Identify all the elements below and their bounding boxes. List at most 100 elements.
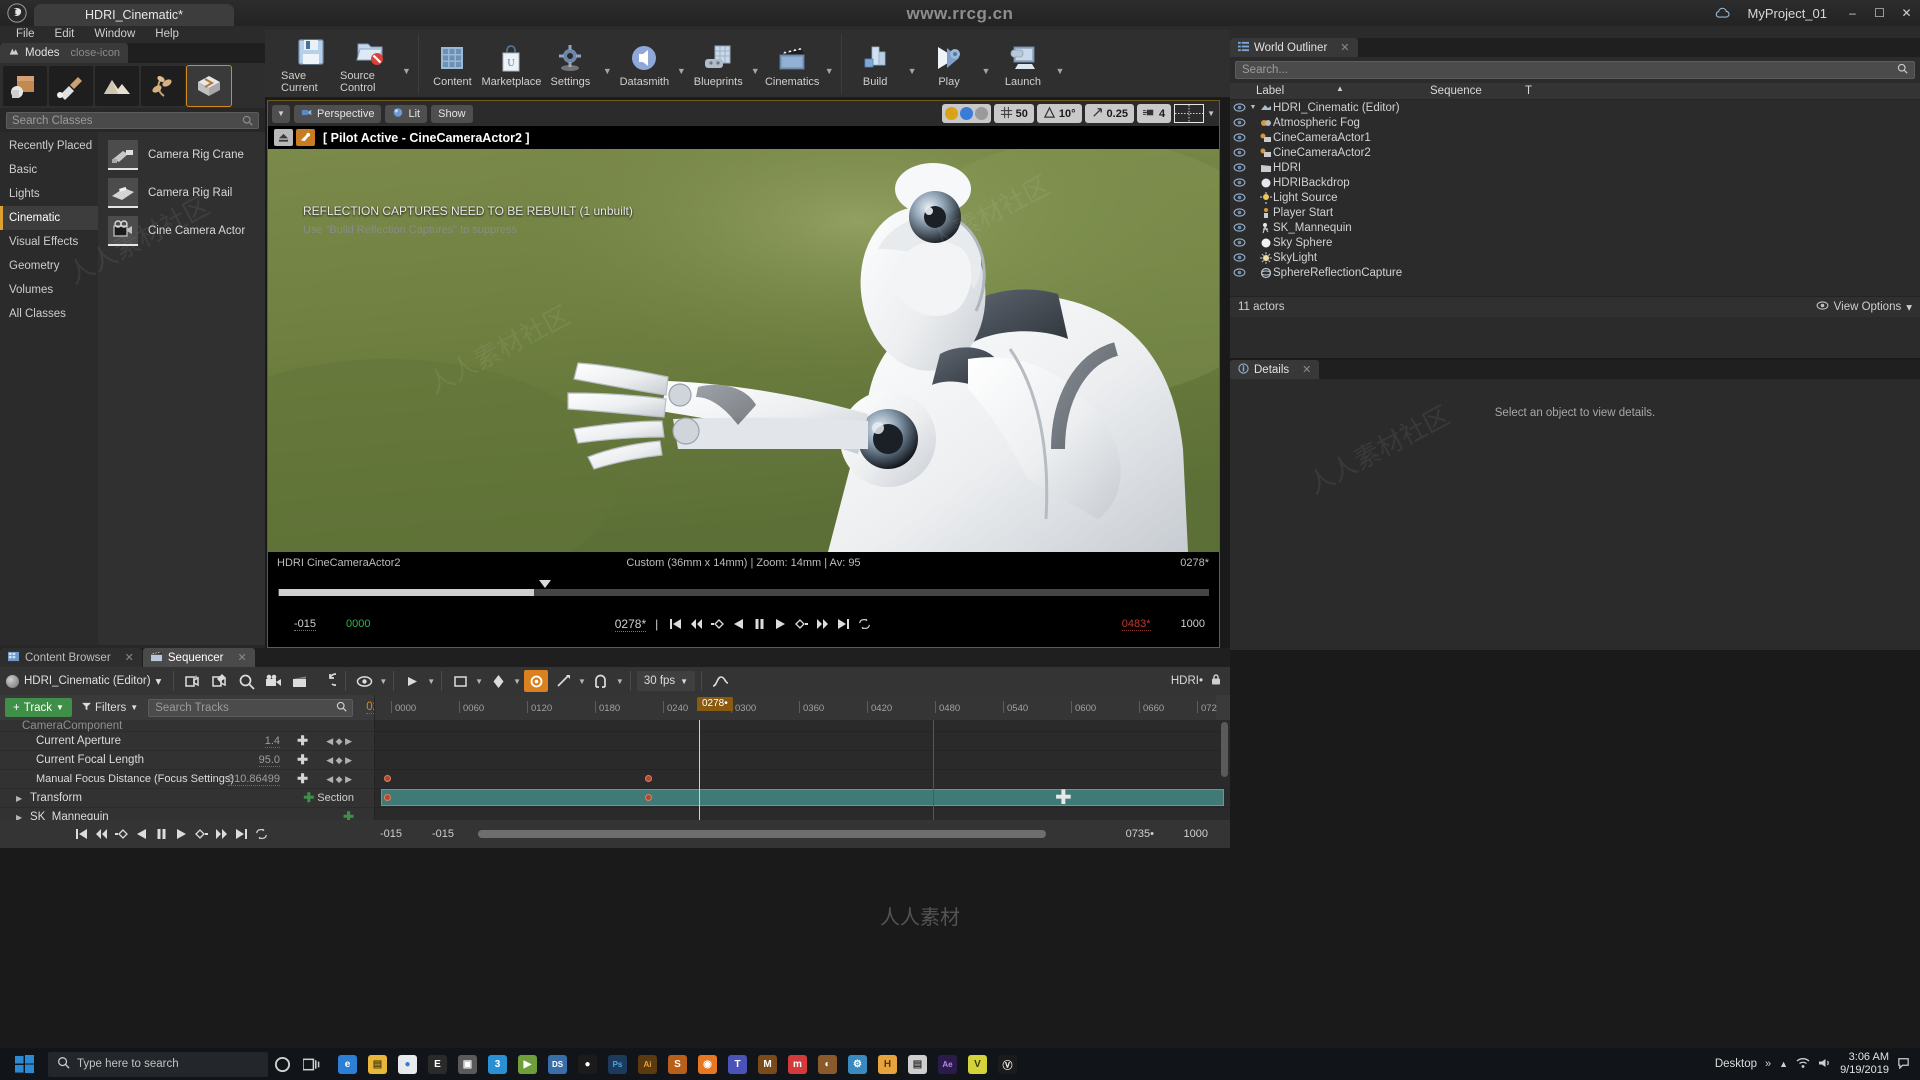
blueprints-button[interactable]: Blueprints [689,34,748,94]
outliner-row-list[interactable]: ▼ HDRI_Cinematic (Editor) World Atmosphe… [1230,100,1920,296]
jump-to-start-icon[interactable] [667,616,683,633]
range-start-label[interactable]: -015 [380,828,402,840]
tab-details[interactable]: Details ✕ [1230,360,1320,379]
after-effects-icon[interactable]: Ae [933,1048,962,1080]
keyframe[interactable] [384,794,391,801]
add-key-button[interactable]: ✚ [297,733,308,749]
close-button[interactable]: ✕ [1893,0,1920,26]
curve-editor-icon[interactable] [708,670,732,692]
viewport-scrub-bar[interactable] [268,580,1219,602]
play-button[interactable]: Play [920,34,979,94]
datasmith-caret-icon[interactable]: ▼ [674,34,689,94]
step-forward-icon[interactable] [814,616,830,633]
lock-icon[interactable] [1210,673,1222,689]
sequencer-playhead[interactable]: 0278• [697,695,733,720]
cinematics-button[interactable]: Cinematics [763,34,822,94]
eye-icon[interactable] [1230,193,1248,202]
find-icon[interactable] [234,670,258,692]
foliage-mode-button[interactable] [141,65,185,106]
quixel-icon[interactable]: m [783,1048,812,1080]
previous-key-icon[interactable] [112,826,130,843]
sequencer-time-ruler[interactable]: 0000 0060 0120 0180 0240 0300 0360 0420 … [374,695,1217,720]
scale-snap-control[interactable]: 0.25 [1084,104,1134,123]
photoshop-icon[interactable]: Ps [603,1048,632,1080]
play-forward-icon[interactable] [172,826,190,843]
pause-icon[interactable] [152,826,170,843]
edge-icon[interactable]: e [333,1048,362,1080]
play-caret-icon[interactable]: ▼ [979,34,994,94]
viewport-show-button[interactable]: Show [431,104,473,123]
settings-caret-icon[interactable]: ▼ [600,34,615,94]
previous-key-icon[interactable] [709,616,725,633]
table-row[interactable]: Atmospheric Fog Atmo [1230,115,1920,130]
table-row[interactable]: CineCameraActor1 HDRI CineC [1230,130,1920,145]
build-button[interactable]: Build [846,34,905,94]
tab-world-outliner[interactable]: World Outliner ✕ [1230,38,1358,57]
search-tracks-input[interactable]: Search Tracks [148,698,354,717]
cortana-circle-icon[interactable] [268,1048,297,1080]
zbrush-icon[interactable]: ◐ [813,1048,842,1080]
loop-icon[interactable] [856,616,872,633]
menu-help[interactable]: Help [145,26,189,43]
range-scrollbar[interactable] [478,830,1046,838]
track-value[interactable]: 95.0 [258,754,280,767]
save-sequence-icon[interactable] [207,670,231,692]
next-key-icon[interactable] [793,616,809,633]
category-basic[interactable]: Basic [0,158,98,182]
tab-sequencer[interactable]: Sequencer ✕ [142,648,255,667]
close-icon[interactable]: ✕ [1302,363,1311,376]
scale-snap-icon[interactable] [974,107,988,120]
filters-button[interactable]: Filters ▼ [77,698,143,717]
expander-icon[interactable]: ▼ [1248,104,1258,111]
column-sequence[interactable]: Sequence [1430,85,1525,97]
eye-icon[interactable] [1230,133,1248,142]
content-button[interactable]: Content [423,34,482,94]
marmoset-icon[interactable]: M [753,1048,782,1080]
timeline-row[interactable] [375,732,1230,751]
close-icon[interactable]: ✕ [1340,41,1349,54]
track-camera-component[interactable]: CameraComponent [0,720,374,732]
menu-edit[interactable]: Edit [45,26,85,43]
substance-icon[interactable]: ▶ [513,1048,542,1080]
timeline-row[interactable] [375,720,1230,732]
category-lights[interactable]: Lights [0,182,98,206]
surface-snap-icon[interactable] [944,107,958,120]
add-key-button[interactable]: ✚ [297,752,308,768]
vegas-icon[interactable]: V [963,1048,992,1080]
file-explorer-icon[interactable]: ▤ [363,1048,392,1080]
tab-content-browser[interactable]: Content Browser ✕ [0,648,142,667]
keyframe-box-icon[interactable] [448,670,472,692]
taskbar-search-input[interactable]: Type here to search [48,1051,268,1077]
play-reverse-icon[interactable] [730,616,746,633]
camera-cut-icon[interactable] [261,670,285,692]
desktop-label[interactable]: Desktop [1715,1058,1757,1070]
marketplace-button[interactable]: U Marketplace [481,34,541,94]
close-icon[interactable]: close-icon [71,47,121,59]
build-caret-icon[interactable]: ▼ [905,34,920,94]
table-row[interactable]: SphereReflectionCapture Spher [1230,265,1920,280]
eye-icon[interactable] [1230,253,1248,262]
network-icon[interactable] [1796,1057,1810,1072]
maximize-button[interactable]: ☐ [1866,0,1893,26]
paint-mode-button[interactable] [49,65,93,106]
snap-caret-icon[interactable]: ▼ [616,677,624,686]
add-track-button[interactable]: + Track ▼ [5,698,72,717]
eye-icon[interactable] [1230,118,1248,127]
geometry-edit-mode-button[interactable] [186,64,232,107]
viewport-options-caret-icon[interactable]: ▼ [272,104,290,123]
jump-to-start-icon[interactable] [72,826,90,843]
search-classes-input[interactable]: Search Classes [6,112,259,129]
track-manual-focus-distance[interactable]: Manual Focus Distance (Focus Settings) 3… [0,770,374,789]
table-row[interactable]: CineCameraActor2 HDRI CineC [1230,145,1920,160]
table-row[interactable]: SK_Mannequin HDRI Skelet [1230,220,1920,235]
eye-icon[interactable] [1230,178,1248,187]
step-back-icon[interactable] [688,616,704,633]
media-player-icon[interactable]: ▣ [453,1048,482,1080]
category-recently-placed[interactable]: Recently Placed [0,134,98,158]
grid-snap-control[interactable]: 50 [993,104,1034,123]
timeline-row[interactable] [375,751,1230,770]
epic-games-icon[interactable]: E [423,1048,452,1080]
menu-window[interactable]: Window [84,26,145,43]
illustrator-icon[interactable]: Ai [633,1048,662,1080]
level-viewport[interactable]: ▼ Perspective Lit Show 50 10° 0.25 4 ▼ [… [267,100,1220,648]
